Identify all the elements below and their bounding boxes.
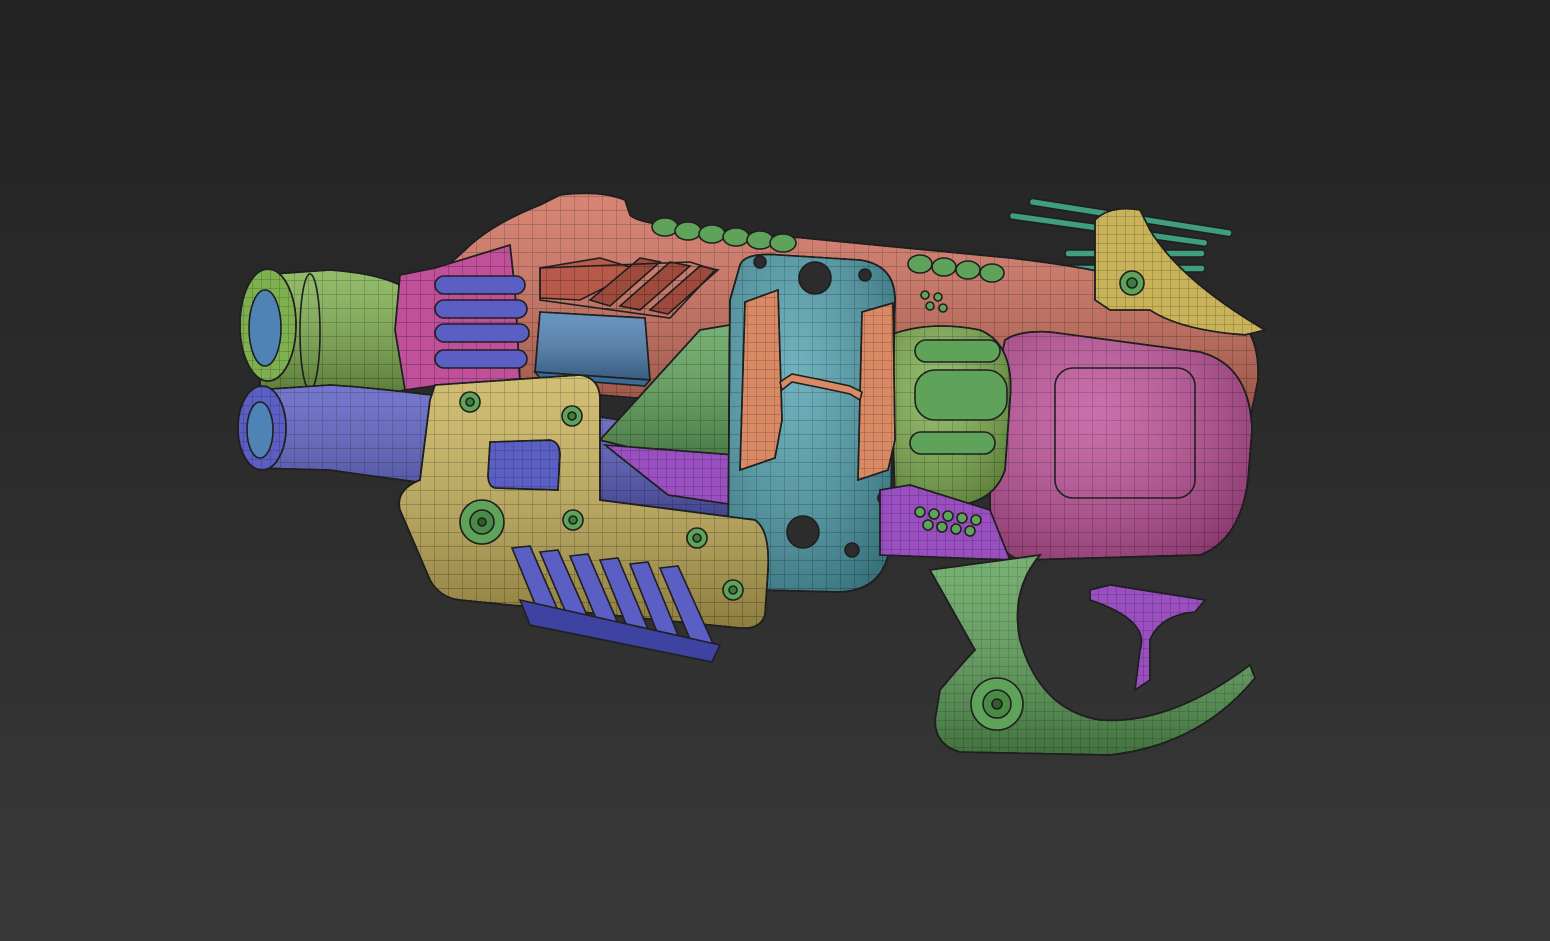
side-block-steel[interactable] [533, 311, 652, 387]
ring-clamp-left[interactable] [739, 288, 783, 472]
trigger-guard-handle[interactable] [928, 553, 1256, 756]
ring-clamp-right[interactable] [857, 301, 896, 482]
center-rear-cylinder[interactable] [889, 325, 1012, 506]
3d-viewport[interactable] [0, 0, 1550, 941]
rear-drum-magenta[interactable] [989, 330, 1253, 561]
trigger[interactable] [1089, 584, 1207, 692]
gun-model-render[interactable] [0, 0, 1550, 941]
